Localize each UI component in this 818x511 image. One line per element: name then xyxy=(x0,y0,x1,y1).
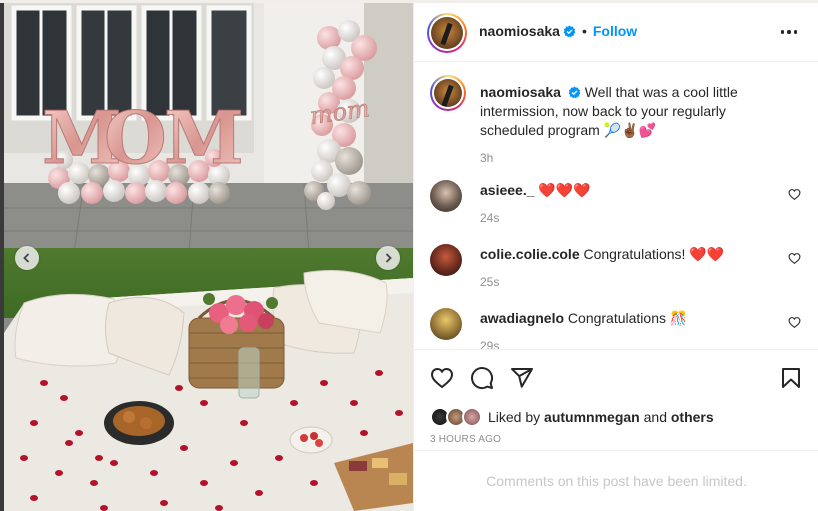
caption-item: naomiosaka Well that was a cool little i… xyxy=(430,75,805,165)
header-separator: • xyxy=(581,23,587,39)
likes-user[interactable]: autumnmegan xyxy=(544,409,640,425)
comment-item: asieee._ ❤️❤️❤️ 24s xyxy=(430,180,805,225)
follow-button[interactable]: Follow xyxy=(593,23,637,39)
speech-bubble-icon[interactable] xyxy=(470,366,494,390)
post-actions: Liked by autumnmegan and others 3 HOURS … xyxy=(414,349,818,449)
comment-like-heart-icon[interactable] xyxy=(788,316,801,329)
comment-time[interactable]: 29s xyxy=(480,337,780,349)
comment-time[interactable]: 24s xyxy=(480,209,780,228)
caption-author-avatar[interactable] xyxy=(430,75,466,111)
likes-others[interactable]: others xyxy=(671,409,714,425)
post-details-panel: naomiosaka • Follow naomiosaka Well that… xyxy=(413,3,818,511)
comment-like-heart-icon[interactable] xyxy=(788,252,801,265)
comment-time[interactable]: 25s xyxy=(480,273,780,292)
paper-plane-icon[interactable] xyxy=(510,366,534,390)
comment-body: awadiagnelo Congratulations 🎊 29s xyxy=(480,309,780,349)
comment-body: colie.colie.cole Congratulations! ❤️❤️ 2… xyxy=(480,245,780,292)
more-options-button[interactable] xyxy=(777,23,801,41)
comments-limited-notice: Comments on this post have been limited. xyxy=(414,450,818,511)
heart-outline-icon[interactable] xyxy=(430,366,454,390)
comment-username[interactable]: asieee._ xyxy=(480,182,535,198)
commenter-avatar[interactable] xyxy=(430,180,462,212)
comment-body: asieee._ ❤️❤️❤️ 24s xyxy=(480,181,780,228)
post-header: naomiosaka • Follow xyxy=(414,3,818,62)
comment-username[interactable]: colie.colie.cole xyxy=(480,246,580,262)
caption-body: naomiosaka Well that was a cool little i… xyxy=(480,83,780,168)
bookmark-icon[interactable] xyxy=(779,366,803,390)
likes-summary[interactable]: Liked by autumnmegan and others xyxy=(430,406,714,428)
author-avatar[interactable] xyxy=(427,13,467,53)
comment-username[interactable]: awadiagnelo xyxy=(480,310,564,326)
comment-text: ❤️❤️❤️ xyxy=(538,182,591,198)
more-horizontal-icon xyxy=(780,30,785,34)
header-user-line: naomiosaka • Follow xyxy=(479,23,637,39)
likes-prefix: Liked by xyxy=(488,409,541,425)
caption-emojis: 🎾✌🏾💕 xyxy=(603,122,657,138)
author-username[interactable]: naomiosaka xyxy=(479,23,560,39)
comment-text: Congratulations 🎊 xyxy=(567,310,688,326)
commenter-avatar[interactable] xyxy=(430,308,462,340)
caption-time[interactable]: 3h xyxy=(480,149,780,168)
post-photo[interactable]: M O M mom xyxy=(4,3,413,511)
comment-item: awadiagnelo Congratulations 🎊 29s xyxy=(430,308,805,349)
photo-prev-button[interactable] xyxy=(15,246,39,270)
chevron-left-icon xyxy=(23,253,30,263)
comment-item: colie.colie.cole Congratulations! ❤️❤️ 2… xyxy=(430,244,805,289)
balloon-letter-m2: M xyxy=(164,95,244,180)
liker-avatar xyxy=(462,407,482,427)
caption-username[interactable]: naomiosaka xyxy=(480,84,561,100)
comment-like-heart-icon[interactable] xyxy=(788,188,801,201)
verified-badge-icon xyxy=(563,25,576,37)
likes-conjunction: and xyxy=(643,409,667,425)
verified-badge-icon xyxy=(568,86,581,99)
balloon-letter-o: O xyxy=(104,95,167,180)
picnic-scene-illustration: M O M mom xyxy=(4,3,413,511)
comments-list[interactable]: naomiosaka Well that was a cool little i… xyxy=(414,63,818,349)
comment-text: Congratulations! ❤️❤️ xyxy=(583,246,725,262)
liker-avatars xyxy=(430,407,482,427)
instagram-post-modal: M O M mom naomiosaka • Follow naomiosaka… xyxy=(0,0,818,511)
post-timestamp[interactable]: 3 HOURS AGO xyxy=(430,434,501,445)
commenter-avatar[interactable] xyxy=(430,244,462,276)
photo-next-button[interactable] xyxy=(376,246,400,270)
chevron-right-icon xyxy=(385,253,392,263)
